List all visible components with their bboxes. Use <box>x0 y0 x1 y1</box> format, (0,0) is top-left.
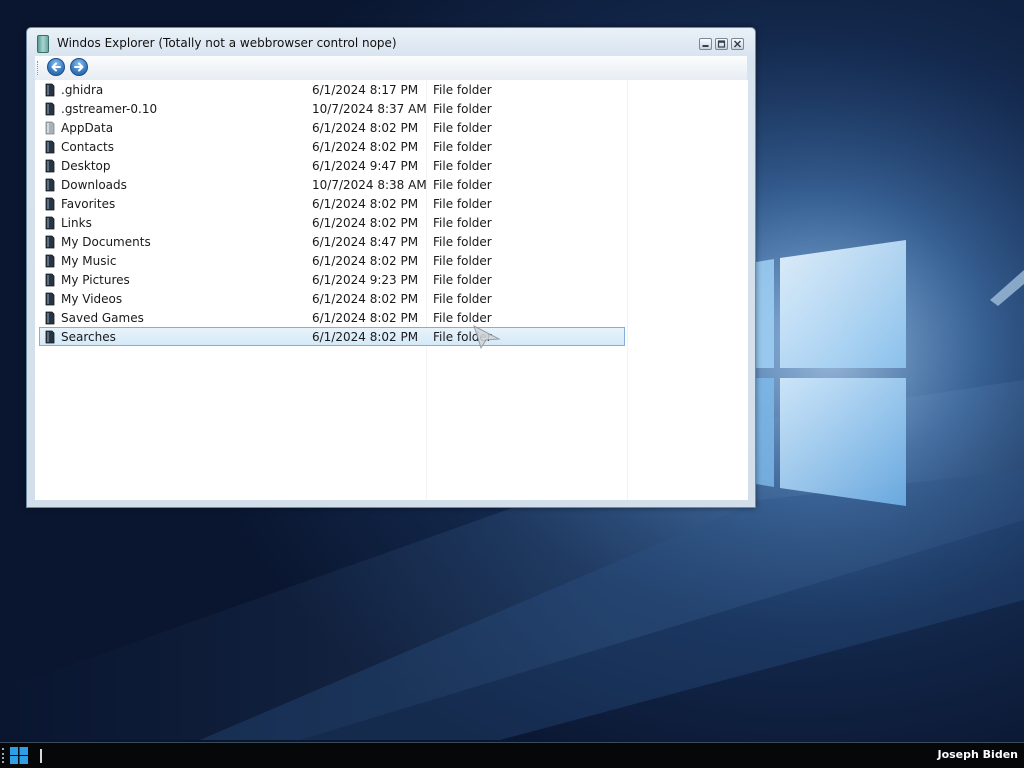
file-name: My Videos <box>61 292 123 306</box>
window-title: Windos Explorer (Totally not a webbrowse… <box>57 36 397 50</box>
taskbar-separator <box>40 749 42 763</box>
back-arrow-icon <box>51 62 61 72</box>
forward-button[interactable] <box>70 58 88 76</box>
toolbar <box>35 56 747 80</box>
file-name: My Documents <box>61 235 151 249</box>
maximize-icon <box>717 40 726 48</box>
file-type: File folder <box>433 292 492 306</box>
file-type: File folder <box>433 83 492 97</box>
folder-icon <box>45 102 55 116</box>
file-type: File folder <box>433 121 492 135</box>
file-type: File folder <box>433 216 492 230</box>
folder-icon <box>45 197 55 211</box>
file-name: Links <box>61 216 92 230</box>
file-type: File folder <box>433 140 492 154</box>
folder-icon <box>45 178 55 192</box>
file-date-modified: 10/7/2024 8:37 AM <box>312 102 427 116</box>
file-date-modified: 6/1/2024 8:02 PM <box>312 330 419 344</box>
file-row[interactable]: Links 6/1/2024 8:02 PM File folder <box>39 213 625 232</box>
file-type: File folder <box>433 178 492 192</box>
file-name: AppData <box>61 121 114 135</box>
folder-icon <box>45 273 55 287</box>
desktop: Windos Explorer (Totally not a webbrowse… <box>0 0 1024 768</box>
folder-icon <box>45 311 55 325</box>
title-bar[interactable]: Windos Explorer (Totally not a webbrowse… <box>27 28 755 58</box>
file-date-modified: 6/1/2024 8:02 PM <box>312 121 419 135</box>
file-type: File folder <box>433 102 492 116</box>
folder-icon <box>45 330 55 344</box>
file-name: My Pictures <box>61 273 130 287</box>
file-type: File folder <box>433 330 492 344</box>
file-type: File folder <box>433 159 492 173</box>
file-date-modified: 6/1/2024 9:47 PM <box>312 159 419 173</box>
explorer-window[interactable]: Windos Explorer (Totally not a webbrowse… <box>26 27 756 508</box>
file-name: Saved Games <box>61 311 144 325</box>
close-button[interactable] <box>731 38 744 50</box>
file-date-modified: 6/1/2024 9:23 PM <box>312 273 419 287</box>
start-button[interactable] <box>10 747 28 764</box>
file-date-modified: 6/1/2024 8:02 PM <box>312 197 419 211</box>
folder-icon <box>45 235 55 249</box>
file-row[interactable]: My Documents 6/1/2024 8:47 PM File folder <box>39 232 625 251</box>
file-row[interactable]: Downloads 10/7/2024 8:38 AM File folder <box>39 175 625 194</box>
file-name: Desktop <box>61 159 111 173</box>
file-date-modified: 6/1/2024 8:02 PM <box>312 140 419 154</box>
windows-logo-icon <box>10 747 28 764</box>
file-name: .ghidra <box>61 83 104 97</box>
file-list[interactable]: .ghidra 6/1/2024 8:17 PM File folder .gstre… <box>35 80 748 500</box>
file-row[interactable]: .ghidra 6/1/2024 8:17 PM File folder <box>39 80 625 99</box>
file-name: Contacts <box>61 140 114 154</box>
file-date-modified: 6/1/2024 8:02 PM <box>312 254 419 268</box>
file-row[interactable]: Desktop 6/1/2024 9:47 PM File folder <box>39 156 625 175</box>
file-date-modified: 6/1/2024 8:02 PM <box>312 216 419 230</box>
folder-icon <box>45 140 55 154</box>
user-name: Joseph Biden <box>937 748 1018 761</box>
minimize-button[interactable] <box>699 38 712 50</box>
file-date-modified: 6/1/2024 8:02 PM <box>312 292 419 306</box>
file-name: Favorites <box>61 197 116 211</box>
file-row[interactable]: Saved Games 6/1/2024 8:02 PM File folder <box>39 308 625 327</box>
taskbar: Joseph Biden <box>0 742 1024 768</box>
file-row[interactable]: Favorites 6/1/2024 8:02 PM File folder <box>39 194 625 213</box>
file-date-modified: 10/7/2024 8:38 AM <box>312 178 427 192</box>
file-type: File folder <box>433 254 492 268</box>
file-name: .gstreamer-0.10 <box>61 102 158 116</box>
forward-arrow-icon <box>74 62 84 72</box>
folder-icon <box>45 216 55 230</box>
file-type: File folder <box>433 311 492 325</box>
minimize-icon <box>702 45 709 47</box>
back-button[interactable] <box>47 58 65 76</box>
file-row[interactable]: Searches 6/1/2024 8:02 PM File folder <box>39 327 625 346</box>
app-icon <box>37 35 49 53</box>
file-name: Searches <box>61 330 116 344</box>
maximize-button[interactable] <box>715 38 728 50</box>
toolbar-grip[interactable] <box>37 61 40 75</box>
file-type: File folder <box>433 235 492 249</box>
file-date-modified: 6/1/2024 8:02 PM <box>312 311 419 325</box>
taskbar-grip[interactable] <box>2 748 7 763</box>
file-row[interactable]: My Music 6/1/2024 8:02 PM File folder <box>39 251 625 270</box>
folder-icon <box>45 121 55 135</box>
close-icon <box>733 40 742 48</box>
column-divider <box>627 80 628 500</box>
folder-icon <box>45 83 55 97</box>
file-date-modified: 6/1/2024 8:47 PM <box>312 235 419 249</box>
file-row[interactable]: .gstreamer-0.10 10/7/2024 8:37 AM File fol… <box>39 99 625 118</box>
folder-icon <box>45 292 55 306</box>
file-date-modified: 6/1/2024 8:17 PM <box>312 83 419 97</box>
file-name: Downloads <box>61 178 127 192</box>
file-row[interactable]: My Pictures 6/1/2024 9:23 PM File folder <box>39 270 625 289</box>
file-row[interactable]: My Videos 6/1/2024 8:02 PM File folder <box>39 289 625 308</box>
folder-icon <box>45 254 55 268</box>
file-name: My Music <box>61 254 117 268</box>
file-type: File folder <box>433 273 492 287</box>
file-type: File folder <box>433 197 492 211</box>
file-row[interactable]: Contacts 6/1/2024 8:02 PM File folder <box>39 137 625 156</box>
file-row[interactable]: AppData 6/1/2024 8:02 PM File folder <box>39 118 625 137</box>
folder-icon <box>45 159 55 173</box>
